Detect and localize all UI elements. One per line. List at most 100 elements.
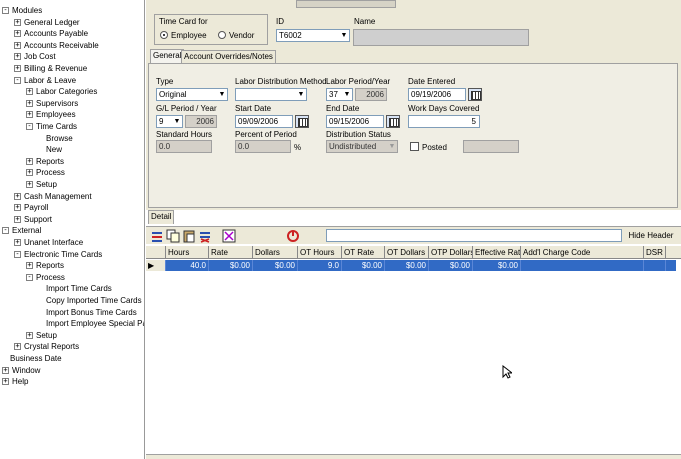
- tree-item[interactable]: Import Employee Special Pay: [38, 318, 144, 329]
- tree-item[interactable]: + Crystal Reports: [14, 341, 144, 352]
- labor-period-select[interactable]: 37 ▼: [326, 88, 353, 101]
- tree-item[interactable]: + Payroll: [14, 202, 144, 213]
- insert-row-icon[interactable]: [150, 229, 164, 243]
- cell-effective-rate[interactable]: $0.00: [473, 260, 521, 271]
- col-dsr[interactable]: DSR: [644, 246, 666, 259]
- delete-row-icon[interactable]: [198, 229, 212, 243]
- col-hours[interactable]: Hours: [166, 246, 209, 259]
- cell-hours[interactable]: 40.0: [166, 260, 209, 271]
- col-effective-rate[interactable]: Effective Rate: [473, 246, 521, 259]
- col-ot-hours[interactable]: OT Hours: [298, 246, 342, 259]
- labor-distribution-method-select[interactable]: ▼: [235, 88, 307, 101]
- posted-checkbox[interactable]: [410, 142, 419, 151]
- end-date-calendar-icon[interactable]: [386, 115, 400, 128]
- detail-search-input[interactable]: [326, 229, 622, 242]
- tree-item[interactable]: + Setup: [26, 330, 144, 341]
- gl-period-select[interactable]: 9 ▼: [156, 115, 183, 128]
- start-date-calendar-icon[interactable]: [295, 115, 309, 128]
- expand-icon[interactable]: +: [14, 41, 21, 49]
- expand-icon[interactable]: +: [14, 239, 21, 246]
- tab-general[interactable]: General: [150, 49, 185, 63]
- tree-item[interactable]: + Support: [14, 214, 144, 225]
- name-field[interactable]: [353, 29, 529, 46]
- tree-item[interactable]: + Setup: [26, 179, 144, 190]
- tree-item[interactable]: + Billing & Revenue: [14, 63, 144, 74]
- expand-icon[interactable]: +: [14, 30, 21, 38]
- collapse-icon[interactable]: -: [26, 123, 33, 130]
- date-entered-calendar-icon[interactable]: [468, 88, 482, 101]
- expand-icon[interactable]: +: [14, 343, 21, 351]
- tree-item[interactable]: - Electronic Time Cards: [14, 249, 144, 260]
- ldm-dropdown-icon[interactable]: ▼: [296, 89, 306, 100]
- labor-period-dropdown-icon[interactable]: ▼: [342, 89, 352, 100]
- tree-item[interactable]: + Window: [2, 365, 142, 376]
- tree-item[interactable]: + Accounts Payable: [14, 28, 144, 39]
- collapse-icon[interactable]: -: [14, 250, 21, 258]
- col-otp-dollars[interactable]: OTP Dollars: [429, 246, 473, 259]
- expand-icon[interactable]: +: [26, 169, 33, 177]
- tree-item[interactable]: + Cash Management: [14, 191, 144, 202]
- tree-item[interactable]: Business Date: [2, 353, 142, 364]
- tree-item[interactable]: - Labor & Leave: [14, 75, 144, 86]
- table-row[interactable]: ▶ 40.0 $0.00 $0.00 9.0 $0.00 $0.00 $0.00…: [146, 260, 676, 271]
- tree-item[interactable]: + Supervisors: [26, 98, 144, 109]
- row-selector-icon[interactable]: ▶: [146, 260, 166, 271]
- tree-item[interactable]: Import Time Cards: [38, 283, 144, 294]
- cell-ot-hours[interactable]: 9.0: [298, 260, 342, 271]
- tree-item[interactable]: + Job Cost: [14, 51, 144, 62]
- copy-row-icon[interactable]: [166, 229, 180, 243]
- vendor-radio[interactable]: [218, 31, 226, 39]
- tree-item[interactable]: + Employees: [26, 109, 144, 120]
- expand-icon[interactable]: +: [14, 204, 21, 212]
- expand-icon[interactable]: +: [2, 378, 9, 386]
- col-ot-dollars[interactable]: OT Dollars: [385, 246, 429, 259]
- col-rate[interactable]: Rate: [209, 246, 253, 259]
- expand-icon[interactable]: +: [26, 262, 33, 270]
- collapse-icon[interactable]: -: [2, 227, 9, 235]
- tree-item[interactable]: + Labor Categories: [26, 86, 144, 97]
- employee-radio[interactable]: [160, 31, 168, 39]
- col-addl-charge-code[interactable]: Add'l Charge Code: [521, 246, 644, 259]
- distribution-status-select[interactable]: Undistributed ▼: [326, 140, 398, 153]
- tree-item[interactable]: - Time Cards: [26, 121, 144, 132]
- expand-icon[interactable]: +: [26, 181, 33, 188]
- collapse-icon[interactable]: -: [26, 273, 33, 281]
- tree-item[interactable]: Copy Imported Time Cards: [38, 295, 144, 306]
- distribution-status-dropdown-icon[interactable]: ▼: [387, 141, 397, 152]
- expand-icon[interactable]: +: [26, 111, 33, 119]
- tree-item[interactable]: + Accounts Receivable: [14, 40, 144, 51]
- gl-period-dropdown-icon[interactable]: ▼: [172, 116, 182, 127]
- type-select[interactable]: Original ▼: [156, 88, 228, 101]
- tree-item[interactable]: + Process: [26, 167, 144, 178]
- expand-icon[interactable]: +: [14, 65, 21, 72]
- expand-icon[interactable]: +: [26, 88, 33, 96]
- expand-icon[interactable]: +: [26, 99, 33, 107]
- cell-ot-rate[interactable]: $0.00: [342, 260, 385, 271]
- tree-item[interactable]: New: [38, 144, 144, 155]
- cell-dollars[interactable]: $0.00: [253, 260, 298, 271]
- paste-row-icon[interactable]: [182, 229, 196, 243]
- expand-icon[interactable]: +: [2, 366, 9, 374]
- type-dropdown-icon[interactable]: ▼: [217, 89, 227, 100]
- start-date-field[interactable]: 09/09/2006: [235, 115, 293, 128]
- expand-icon[interactable]: +: [26, 331, 33, 339]
- work-days-covered-field[interactable]: 5: [408, 115, 480, 128]
- tree-item[interactable]: - External: [2, 225, 142, 236]
- collapse-icon[interactable]: -: [14, 76, 21, 84]
- tree-item[interactable]: + Reports: [26, 260, 144, 271]
- tree-item[interactable]: + Help: [2, 376, 142, 387]
- col-ot-rate[interactable]: OT Rate: [342, 246, 385, 259]
- expand-icon[interactable]: +: [14, 18, 21, 26]
- tree-item[interactable]: + Unanet Interface: [14, 237, 144, 248]
- cell-dsr[interactable]: [644, 260, 666, 271]
- id-field[interactable]: T6002 ▼: [276, 29, 350, 42]
- tab-detail[interactable]: Detail: [148, 210, 175, 224]
- tab-account-overrides-notes[interactable]: Account Overrides/Notes: [181, 50, 276, 63]
- cell-rate[interactable]: $0.00: [209, 260, 253, 271]
- tree-item[interactable]: Browse: [38, 133, 144, 144]
- cell-ot-dollars[interactable]: $0.00: [385, 260, 429, 271]
- tree-item[interactable]: + General Ledger: [14, 17, 144, 28]
- expand-icon[interactable]: +: [14, 192, 21, 200]
- distribute-icon[interactable]: [222, 229, 236, 243]
- col-dollars[interactable]: Dollars: [253, 246, 298, 259]
